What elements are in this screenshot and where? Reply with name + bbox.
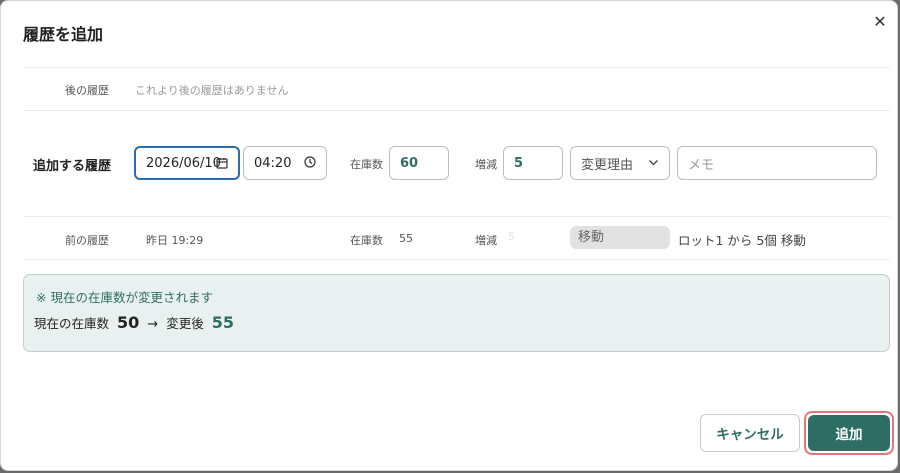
previous-reason-chip: 移動 bbox=[570, 226, 670, 249]
after-stock-label: 変更後 bbox=[166, 316, 204, 331]
time-input[interactable]: 04:20 bbox=[243, 146, 327, 180]
stock-label: 在庫数 bbox=[350, 158, 383, 171]
date-value: 2026/06/10 bbox=[146, 155, 221, 171]
reason-select[interactable]: 変更理由 bbox=[570, 146, 670, 180]
previous-memo: ロット1 から 5個 移動 bbox=[678, 233, 806, 248]
previous-stock-label: 在庫数 bbox=[350, 234, 383, 247]
stock-value: 60 bbox=[400, 155, 419, 171]
cancel-button[interactable]: キャンセル bbox=[700, 414, 800, 452]
divider bbox=[23, 67, 890, 68]
dialog-title: 履歴を追加 bbox=[23, 25, 104, 44]
reason-select-placeholder: 変更理由 bbox=[581, 157, 634, 173]
current-stock-label: 現在の在庫数 bbox=[34, 316, 110, 331]
previous-history-datetime: 昨日 19:29 bbox=[146, 234, 204, 247]
later-history-label: 後の履歴 bbox=[65, 84, 109, 97]
close-icon[interactable]: ✕ bbox=[871, 13, 889, 31]
later-history-empty-text: これより後の履歴はありません bbox=[135, 84, 289, 97]
previous-stock-value: 55 bbox=[399, 232, 413, 245]
notice-message: ※ 現在の在庫数が変更されます bbox=[36, 290, 213, 305]
previous-change-label: 増減 bbox=[475, 234, 497, 247]
stock-summary: 現在の在庫数 50 → 変更後 55 bbox=[34, 313, 234, 332]
memo-input[interactable]: メモ bbox=[677, 146, 877, 180]
change-input[interactable]: 5 bbox=[503, 146, 563, 180]
calendar-icon[interactable] bbox=[216, 157, 228, 172]
previous-change-value: 5 bbox=[508, 230, 515, 243]
add-history-dialog: 履歴を追加 ✕ 後の履歴 これより後の履歴はありません 追加する履歴 2026/… bbox=[0, 0, 898, 471]
divider bbox=[23, 216, 890, 217]
arrow-icon: → bbox=[147, 317, 159, 332]
change-label: 増減 bbox=[475, 158, 497, 171]
previous-history-label: 前の履歴 bbox=[65, 234, 109, 247]
stock-input[interactable]: 60 bbox=[389, 146, 449, 180]
add-history-label: 追加する履歴 bbox=[33, 159, 112, 174]
time-value: 04:20 bbox=[254, 155, 292, 171]
chevron-down-icon bbox=[648, 157, 659, 171]
clock-icon[interactable] bbox=[304, 156, 316, 171]
divider bbox=[23, 259, 890, 260]
current-stock-value: 50 bbox=[117, 313, 140, 332]
divider bbox=[23, 110, 890, 111]
stock-change-notice: ※ 現在の在庫数が変更されます 現在の在庫数 50 → 変更後 55 bbox=[23, 274, 890, 352]
after-stock-value: 55 bbox=[211, 313, 234, 332]
add-button[interactable]: 追加 bbox=[808, 415, 890, 451]
change-value: 5 bbox=[514, 155, 524, 171]
memo-placeholder: メモ bbox=[688, 157, 715, 173]
date-input[interactable]: 2026/06/10 bbox=[134, 146, 240, 180]
